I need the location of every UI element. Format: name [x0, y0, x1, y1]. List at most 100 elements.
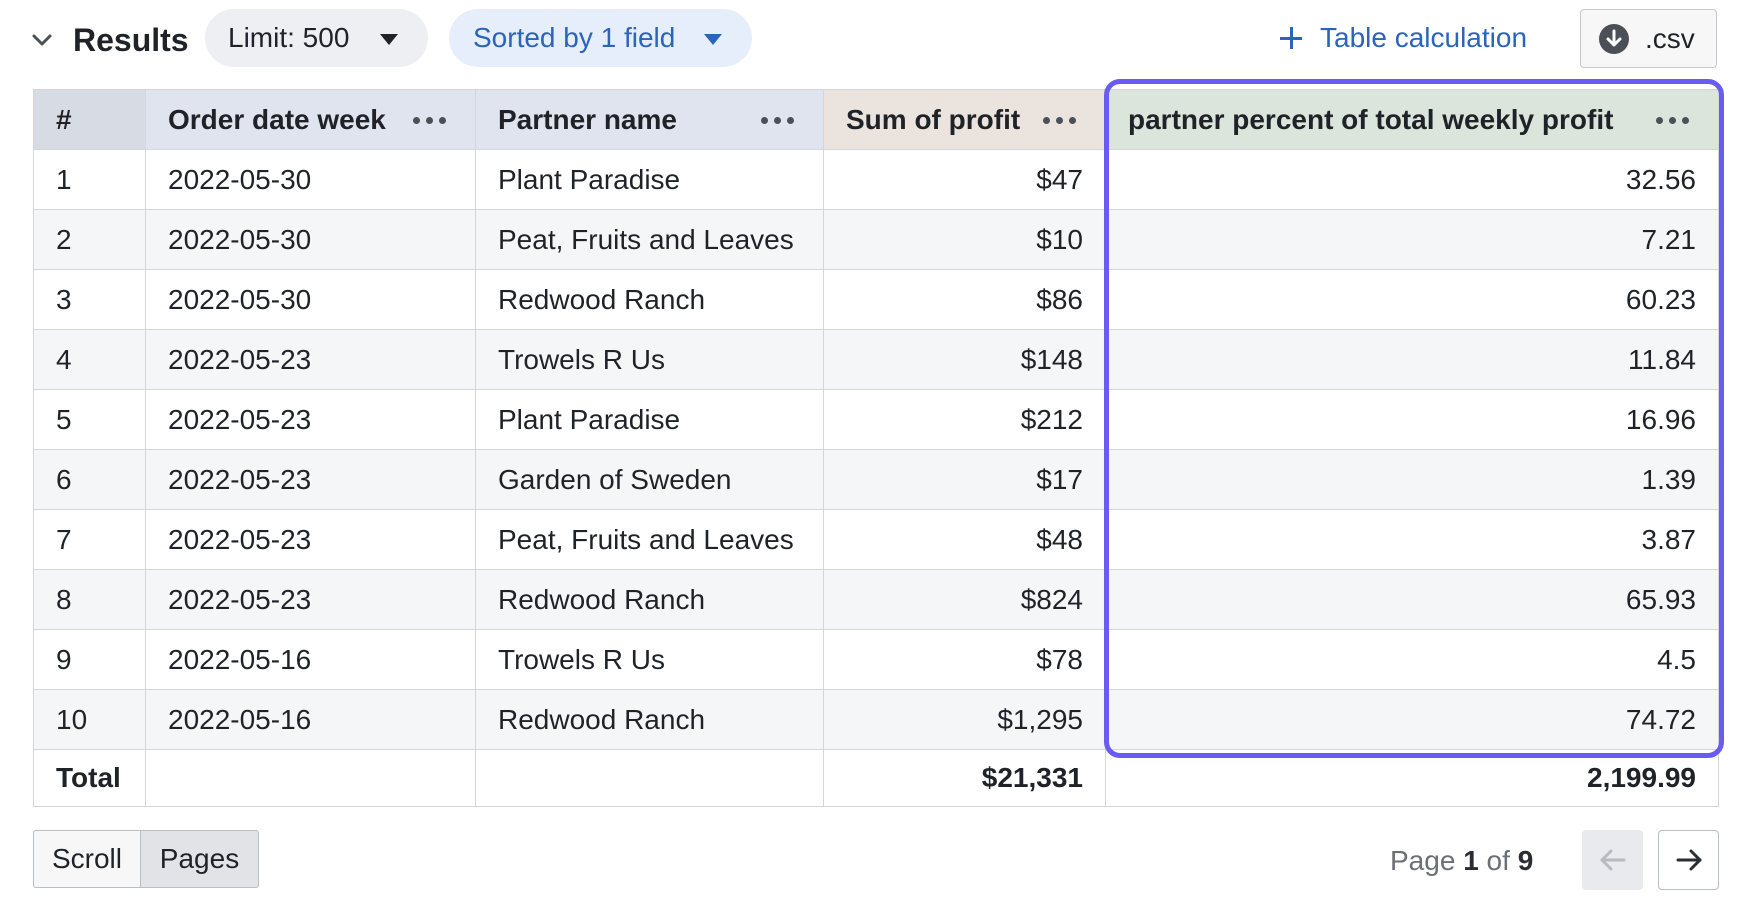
- chevron-down-icon[interactable]: [30, 28, 54, 52]
- results-header: Results Limit: 500 Sorted by 1 field Tab…: [0, 0, 1742, 80]
- column-header-order-date-week[interactable]: Order date week: [145, 89, 476, 150]
- totals-row: Total $21,331 2,199.99: [33, 749, 1719, 807]
- total-pages: 9: [1517, 845, 1534, 876]
- profit-cell[interactable]: $47: [823, 149, 1106, 210]
- partner-name-cell[interactable]: Garden of Sweden: [475, 449, 824, 510]
- percent-cell[interactable]: 11.84: [1105, 329, 1719, 390]
- download-icon: [1599, 23, 1629, 54]
- plus-icon: [1280, 27, 1302, 49]
- column-header-partner-percent[interactable]: partner percent of total weekly profit: [1105, 89, 1719, 150]
- order-date-cell[interactable]: 2022-05-30: [145, 269, 476, 330]
- order-date-cell[interactable]: 2022-05-23: [145, 329, 476, 390]
- more-options-icon[interactable]: [1656, 117, 1690, 125]
- order-date-cell[interactable]: 2022-05-30: [145, 149, 476, 210]
- row-number-cell[interactable]: 2: [33, 209, 146, 270]
- caret-down-icon: [380, 34, 398, 45]
- table-row: 8 2022-05-23 Redwood Ranch $824 65.93: [33, 569, 1719, 630]
- profit-cell[interactable]: $824: [823, 569, 1106, 630]
- partner-name-cell[interactable]: Plant Paradise: [475, 389, 824, 450]
- row-number-cell[interactable]: 9: [33, 629, 146, 690]
- totals-empty-cell: [475, 749, 824, 807]
- more-options-icon[interactable]: [1043, 117, 1077, 125]
- profit-cell[interactable]: $10: [823, 209, 1106, 270]
- order-date-cell[interactable]: 2022-05-23: [145, 569, 476, 630]
- limit-label: Limit: 500: [228, 22, 350, 53]
- table-header-row: # Order date week Partner name Sum of pr…: [33, 89, 1719, 150]
- profit-cell[interactable]: $17: [823, 449, 1106, 510]
- table-row: 9 2022-05-16 Trowels R Us $78 4.5: [33, 629, 1719, 690]
- totals-empty-cell: [145, 749, 476, 807]
- table-calculation-label: Table calculation: [1320, 22, 1528, 53]
- partner-name-cell[interactable]: Trowels R Us: [475, 629, 824, 690]
- percent-cell[interactable]: 60.23: [1105, 269, 1719, 330]
- profit-cell[interactable]: $1,295: [823, 689, 1106, 750]
- csv-label: .csv: [1645, 22, 1695, 54]
- results-table: # Order date week Partner name Sum of pr…: [33, 89, 1719, 807]
- table-body: 1 2022-05-30 Plant Paradise $47 32.56 2 …: [33, 149, 1719, 750]
- percent-cell[interactable]: 32.56: [1105, 149, 1719, 210]
- table-row: 4 2022-05-23 Trowels R Us $148 11.84: [33, 329, 1719, 390]
- percent-cell[interactable]: 4.5: [1105, 629, 1719, 690]
- order-date-cell[interactable]: 2022-05-23: [145, 449, 476, 510]
- order-date-cell[interactable]: 2022-05-16: [145, 629, 476, 690]
- row-number-cell[interactable]: 1: [33, 149, 146, 210]
- order-date-cell[interactable]: 2022-05-23: [145, 389, 476, 450]
- download-csv-button[interactable]: .csv: [1580, 9, 1717, 68]
- profit-cell[interactable]: $212: [823, 389, 1106, 450]
- scroll-mode-button[interactable]: Scroll: [33, 830, 141, 888]
- sort-label: Sorted by 1 field: [473, 22, 676, 53]
- previous-page-button[interactable]: [1582, 830, 1643, 890]
- partner-name-cell[interactable]: Redwood Ranch: [475, 569, 824, 630]
- column-header-partner-name[interactable]: Partner name: [475, 89, 824, 150]
- column-header-row-number[interactable]: #: [33, 89, 146, 150]
- percent-cell[interactable]: 65.93: [1105, 569, 1719, 630]
- order-date-cell[interactable]: 2022-05-30: [145, 209, 476, 270]
- row-number-cell[interactable]: 6: [33, 449, 146, 510]
- current-page: 1: [1463, 845, 1479, 876]
- row-number-cell[interactable]: 4: [33, 329, 146, 390]
- percent-cell[interactable]: 3.87: [1105, 509, 1719, 570]
- more-options-icon[interactable]: [413, 117, 447, 125]
- pages-mode-button[interactable]: Pages: [141, 830, 259, 888]
- view-mode-toggle: Scroll Pages: [33, 830, 259, 888]
- table-calculation-button[interactable]: Table calculation: [1280, 18, 1527, 58]
- row-number-cell[interactable]: 3: [33, 269, 146, 330]
- partner-name-cell[interactable]: Plant Paradise: [475, 149, 824, 210]
- row-number-cell[interactable]: 10: [33, 689, 146, 750]
- percent-cell[interactable]: 74.72: [1105, 689, 1719, 750]
- partner-name-cell[interactable]: Trowels R Us: [475, 329, 824, 390]
- partner-name-cell[interactable]: Redwood Ranch: [475, 269, 824, 330]
- page-indicator: Page 1 of 9: [1390, 845, 1534, 876]
- row-number-cell[interactable]: 8: [33, 569, 146, 630]
- more-options-icon[interactable]: [761, 117, 795, 125]
- arrow-right-icon: [1676, 849, 1701, 871]
- total-sum-of-profit: $21,331: [823, 749, 1106, 807]
- percent-cell[interactable]: 1.39: [1105, 449, 1719, 510]
- table-row: 1 2022-05-30 Plant Paradise $47 32.56: [33, 149, 1719, 210]
- profit-cell[interactable]: $86: [823, 269, 1106, 330]
- next-page-button[interactable]: [1658, 830, 1719, 890]
- total-percent: 2,199.99: [1105, 749, 1719, 807]
- profit-cell[interactable]: $148: [823, 329, 1106, 390]
- profit-cell[interactable]: $48: [823, 509, 1106, 570]
- arrow-left-icon: [1600, 849, 1625, 871]
- profit-cell[interactable]: $78: [823, 629, 1106, 690]
- sort-dropdown[interactable]: Sorted by 1 field: [449, 9, 752, 67]
- totals-label: Total: [33, 749, 146, 807]
- order-date-cell[interactable]: 2022-05-23: [145, 509, 476, 570]
- partner-name-cell[interactable]: Peat, Fruits and Leaves: [475, 509, 824, 570]
- row-number-cell[interactable]: 5: [33, 389, 146, 450]
- row-number-cell[interactable]: 7: [33, 509, 146, 570]
- table-row: 6 2022-05-23 Garden of Sweden $17 1.39: [33, 449, 1719, 510]
- table-row: 2 2022-05-30 Peat, Fruits and Leaves $10…: [33, 209, 1719, 270]
- caret-down-icon: [704, 34, 722, 45]
- table-row: 3 2022-05-30 Redwood Ranch $86 60.23: [33, 269, 1719, 330]
- order-date-cell[interactable]: 2022-05-16: [145, 689, 476, 750]
- percent-cell[interactable]: 16.96: [1105, 389, 1719, 450]
- column-header-sum-of-profit[interactable]: Sum of profit: [823, 89, 1106, 150]
- limit-dropdown[interactable]: Limit: 500: [205, 9, 428, 67]
- table-row: 5 2022-05-23 Plant Paradise $212 16.96: [33, 389, 1719, 450]
- partner-name-cell[interactable]: Peat, Fruits and Leaves: [475, 209, 824, 270]
- percent-cell[interactable]: 7.21: [1105, 209, 1719, 270]
- partner-name-cell[interactable]: Redwood Ranch: [475, 689, 824, 750]
